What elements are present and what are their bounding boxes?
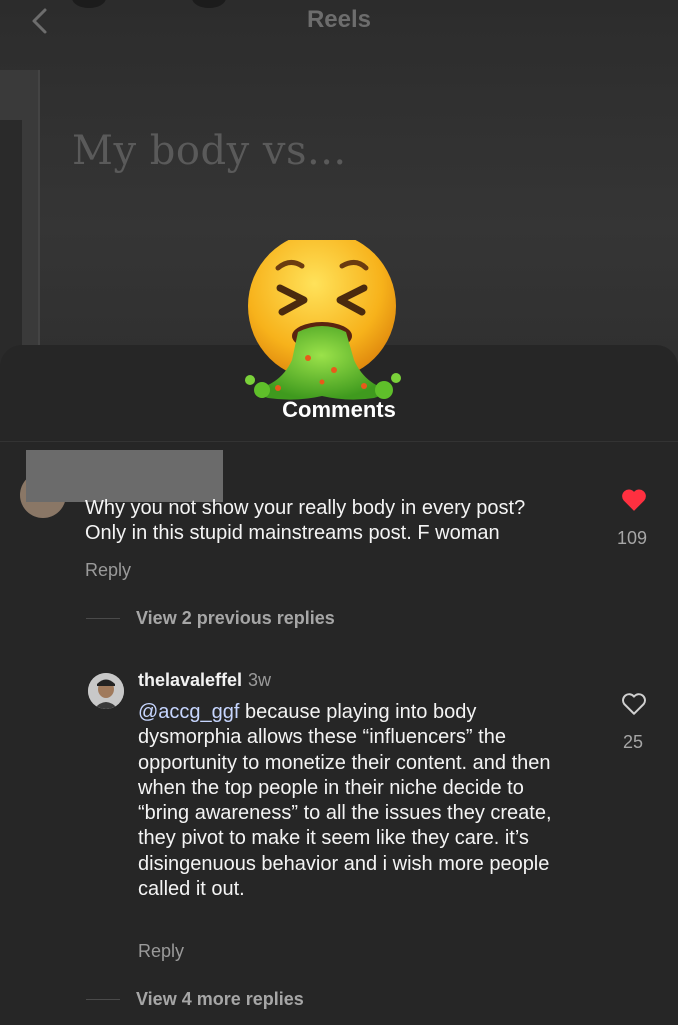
comment-text: Why you not show your really body in eve…	[85, 496, 525, 546]
reply-button[interactable]: Reply	[85, 560, 131, 581]
redacted-username	[26, 450, 223, 502]
heart-outline-icon[interactable]	[621, 692, 647, 716]
replies-divider	[86, 618, 120, 619]
top-bar: Reels	[0, 0, 678, 44]
comment-text-line: Why you not show your really body in eve…	[85, 497, 526, 519]
view-previous-replies-button[interactable]: View 2 previous replies	[136, 608, 335, 629]
replies-divider	[86, 999, 120, 1000]
like-count: 109	[617, 528, 648, 548]
nauseated-face-emoji	[245, 240, 401, 400]
comment-meta: thelavaleffel 3w	[138, 670, 271, 691]
avatar-photo-icon	[88, 673, 124, 709]
video-overlay-text: My body vs...	[72, 128, 347, 174]
mention-link[interactable]: @accg_ggf	[138, 701, 239, 723]
heart-filled-icon[interactable]	[621, 488, 647, 512]
comment-username[interactable]: thelavaleffel	[138, 670, 242, 690]
commenter-avatar[interactable]	[88, 673, 124, 709]
comment-time: 3w	[248, 670, 272, 690]
page-title: Reels	[306, 6, 372, 33]
view-more-replies-button[interactable]: View 4 more replies	[136, 989, 304, 1010]
comment-text: @accg_ggf because playing into body dysm…	[138, 700, 578, 902]
like-count: 25	[623, 732, 644, 752]
reply-button[interactable]: Reply	[138, 941, 184, 962]
video-door	[0, 120, 22, 370]
comment-text-line: Only in this stupid mainstreams post. F …	[85, 522, 500, 544]
comment-body: because playing into body dysmorphia all…	[138, 701, 552, 901]
